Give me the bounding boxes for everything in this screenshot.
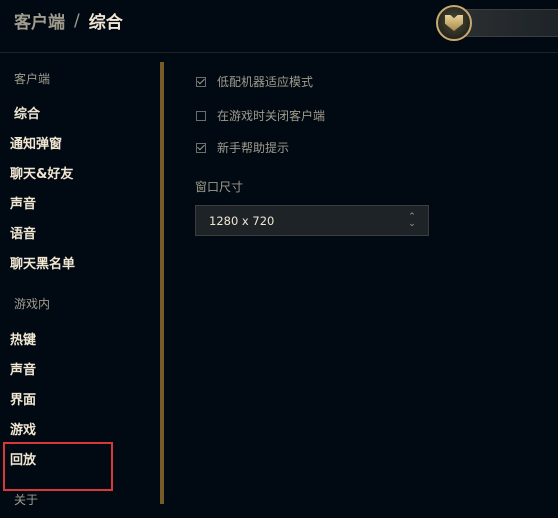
sidebar-item-general[interactable]: 综合 [14, 103, 40, 122]
replay-highlight-box [3, 442, 113, 491]
sidebar-scrollbar-thumb[interactable] [160, 62, 164, 504]
sidebar-item-chat-blacklist[interactable]: 聊天黑名单 [10, 253, 75, 272]
rank-badge [436, 5, 472, 41]
sidebar-item-ingame-sound[interactable]: 声音 [10, 359, 36, 378]
window-size-label: 窗口尺寸 [195, 180, 244, 194]
section-label-ingame: 游戏内 [14, 297, 51, 311]
sidebar-item-voice[interactable]: 语音 [10, 223, 36, 242]
sidebar-item-interface[interactable]: 界面 [10, 389, 36, 408]
updown-chevron-icon: ⌃ ⌄ [408, 211, 416, 229]
option-newbie-tips[interactable]: 新手帮助提示 [196, 139, 289, 156]
low-spec-mode-label: 低配机器适应模式 [217, 75, 314, 89]
settings-page: 客户端 / 综合 客户端 综合 通知弹窗 聊天&好友 声音 语音 聊天黑名单 游… [0, 0, 558, 518]
avatar[interactable] [436, 5, 472, 41]
low-spec-mode-checkbox[interactable] [196, 76, 206, 87]
rank-emblem-icon [445, 15, 463, 31]
profile-panel[interactable] [466, 9, 558, 37]
sidebar-item-hotkeys[interactable]: 热键 [10, 329, 36, 348]
breadcrumb-parent[interactable]: 客户端 [14, 8, 65, 33]
newbie-tips-checkbox[interactable] [196, 142, 206, 153]
window-size-value: 1280 x 720 [209, 213, 275, 228]
newbie-tips-label: 新手帮助提示 [217, 141, 290, 155]
sidebar-item-sound[interactable]: 声音 [10, 193, 36, 212]
close-client-in-game-label: 在游戏时关闭客户端 [217, 109, 326, 123]
sidebar-item-game[interactable]: 游戏 [10, 419, 36, 438]
breadcrumb: 客户端 / 综合 [14, 8, 123, 34]
close-client-in-game-checkbox[interactable] [196, 110, 206, 121]
breadcrumb-current: 综合 [88, 13, 123, 33]
breadcrumb-separator: / [74, 10, 80, 31]
sidebar-item-chat-friends[interactable]: 聊天&好友 [10, 163, 73, 182]
window-size-select[interactable]: 1280 x 720 ⌃ ⌄ [195, 205, 429, 236]
option-low-spec-mode[interactable]: 低配机器适应模式 [196, 73, 313, 90]
section-label-client: 客户端 [14, 72, 51, 86]
option-close-client-in-game[interactable]: 在游戏时关闭客户端 [196, 107, 325, 124]
header: 客户端 / 综合 [0, 0, 558, 50]
sidebar-item-notifications[interactable]: 通知弹窗 [10, 133, 62, 152]
header-divider [0, 52, 558, 53]
sidebar-item-about[interactable]: 关于 [14, 491, 38, 508]
